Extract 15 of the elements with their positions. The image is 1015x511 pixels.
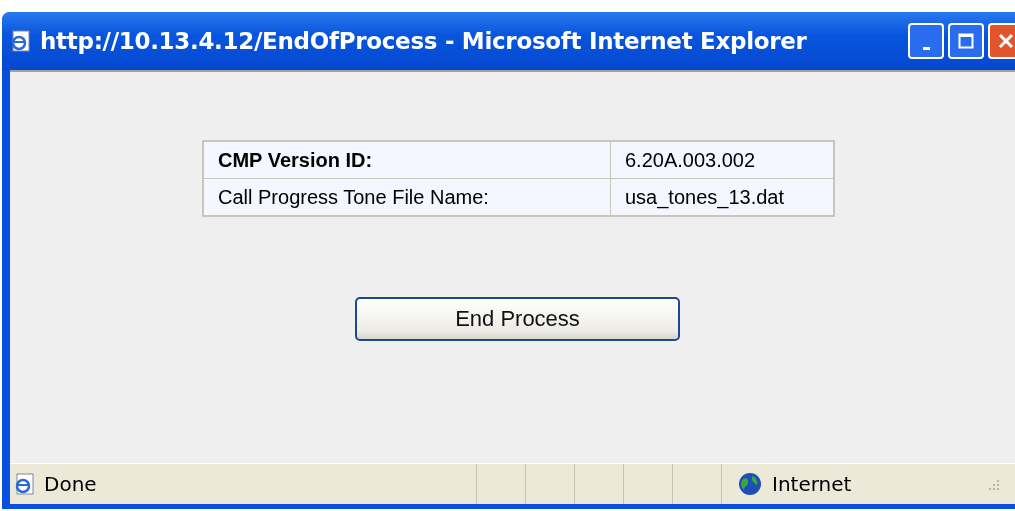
window-title: http://10.13.4.12/EndOfProcess - Microsoft Internet Explorer bbox=[40, 28, 808, 54]
maximize-icon bbox=[958, 33, 974, 49]
minimize-button[interactable] bbox=[908, 23, 944, 59]
maximize-button[interactable] bbox=[948, 23, 984, 59]
label-cell: CMP Version ID: bbox=[203, 141, 611, 179]
page-icon bbox=[10, 30, 32, 52]
close-button[interactable] bbox=[988, 23, 1015, 59]
globe-icon bbox=[738, 472, 762, 496]
minimize-icon bbox=[922, 46, 930, 50]
zone-text: Internet bbox=[772, 472, 852, 496]
status-text: Done bbox=[44, 472, 97, 496]
close-icon bbox=[997, 32, 1015, 50]
resize-grip-icon bbox=[986, 477, 1000, 491]
end-process-button[interactable]: End Process bbox=[355, 297, 680, 341]
page-icon bbox=[14, 473, 36, 495]
